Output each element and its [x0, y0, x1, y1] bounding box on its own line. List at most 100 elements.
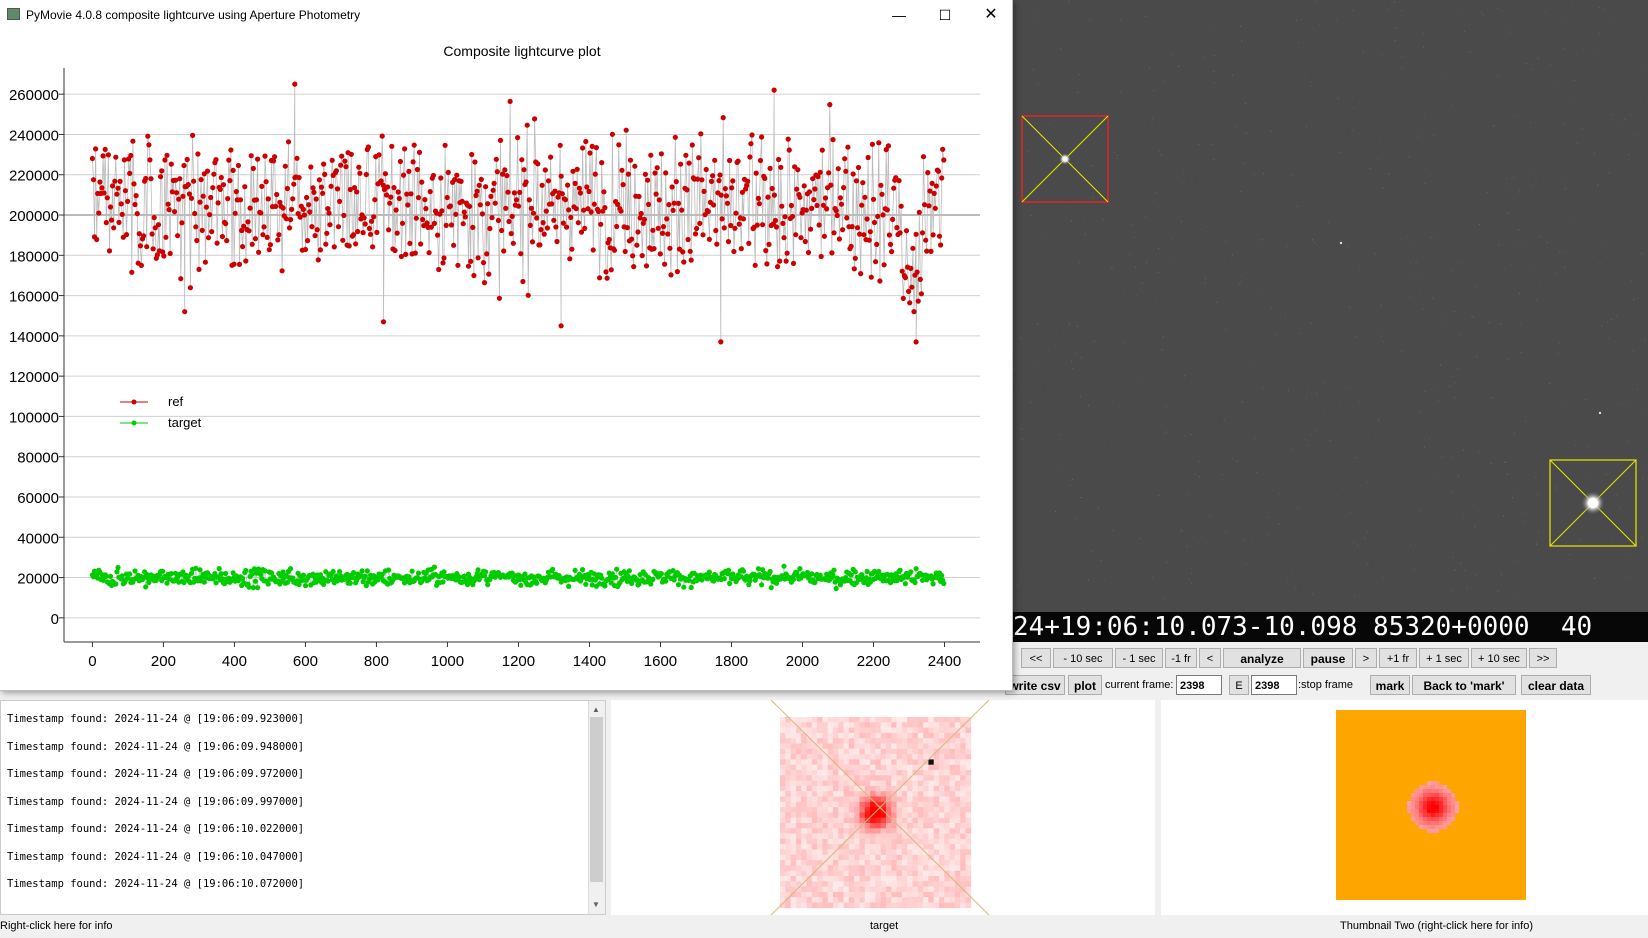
ref-point — [416, 149, 423, 155]
ref-point — [780, 220, 786, 226]
scroll-thumb[interactable] — [590, 717, 603, 882]
ref-point — [314, 227, 320, 233]
ref-point — [674, 269, 681, 275]
ref-point — [806, 189, 813, 195]
ref-point — [711, 202, 717, 208]
target-aperture[interactable] — [1549, 459, 1637, 547]
back-to-mark-button[interactable]: Back to 'mark' — [1412, 675, 1516, 695]
ref-point — [930, 232, 936, 238]
ref-point — [720, 115, 726, 121]
scroll-down-icon[interactable]: ▼ — [592, 900, 600, 909]
status-right[interactable]: Thumbnail Two (right-click here for info… — [1340, 918, 1533, 934]
lightcurve-chart[interactable]: Composite lightcurve plot020000400006000… — [0, 30, 1012, 690]
current-frame-input[interactable]: 2398 — [1176, 675, 1222, 695]
ref-point — [885, 143, 892, 149]
target-point — [132, 568, 138, 574]
back-to-start-button[interactable]: << — [1021, 648, 1051, 668]
minus-1-frame-button[interactable]: -1 fr — [1165, 648, 1197, 668]
minimize-icon[interactable]: — — [876, 0, 922, 30]
x-tick-label: 2400 — [928, 653, 961, 670]
minus-10-sec-button[interactable]: - 10 sec — [1053, 648, 1113, 668]
target-point — [830, 572, 836, 578]
target-point — [143, 584, 149, 590]
ref-point — [896, 178, 902, 184]
ref-point — [119, 211, 125, 217]
target-point — [913, 566, 919, 572]
ref-point — [679, 207, 685, 213]
ref-point — [933, 183, 939, 189]
ref-aperture[interactable] — [1021, 115, 1109, 203]
write-csv-button[interactable]: write csv — [1005, 675, 1065, 695]
ref-point — [203, 204, 209, 210]
target-point — [626, 568, 633, 574]
clear-data-button[interactable]: clear data — [1521, 675, 1591, 695]
legend-label: ref — [168, 394, 184, 409]
plus-10-sec-button[interactable]: + 10 sec — [1471, 648, 1527, 668]
analyze-button[interactable]: analyze — [1223, 648, 1301, 668]
log-scrollbar[interactable]: ▲ ▼ — [588, 701, 605, 914]
target-thumbnail-panel[interactable] — [611, 699, 1155, 916]
ref-point — [518, 251, 524, 257]
ref-point — [313, 196, 319, 202]
next-frame-button[interactable]: > — [1355, 648, 1377, 668]
ref-point — [337, 198, 343, 204]
close-icon[interactable]: ✕ — [968, 0, 1014, 30]
ref-point — [327, 222, 333, 228]
plus-1-frame-button[interactable]: +1 fr — [1379, 648, 1417, 668]
ref-point — [246, 228, 252, 234]
status-left[interactable]: Right-click here for info — [0, 918, 113, 934]
target-point — [740, 568, 747, 574]
prev-frame-button[interactable]: < — [1199, 648, 1221, 668]
window-titlebar[interactable]: PyMovie 4.0.8 composite lightcurve using… — [0, 0, 1012, 30]
ref-point — [202, 259, 208, 265]
ref-point — [569, 246, 575, 252]
ref-point — [907, 300, 913, 306]
ref-point — [830, 137, 836, 143]
ref-point — [776, 156, 782, 163]
ref-point — [808, 226, 814, 232]
plus-1-sec-button[interactable]: + 1 sec — [1419, 648, 1469, 668]
ref-point — [684, 187, 690, 193]
go-to-end-button[interactable]: >> — [1529, 648, 1557, 668]
ref-point — [542, 167, 548, 173]
ref-point — [487, 225, 493, 232]
ref-point — [777, 258, 783, 264]
y-tick-label: 20000 — [17, 571, 59, 588]
ref-point — [256, 249, 262, 255]
target-point — [912, 579, 918, 586]
minus-1-sec-button[interactable]: - 1 sec — [1115, 648, 1163, 668]
ref-point — [597, 275, 603, 281]
lightcurve-plot-window[interactable]: PyMovie 4.0.8 composite lightcurve using… — [0, 0, 1013, 691]
e-button[interactable]: E — [1229, 675, 1249, 695]
thumbnail-two-panel[interactable] — [1161, 700, 1648, 915]
plot-area[interactable]: Composite lightcurve plot 0 20000 40000 6000… — [0, 30, 1012, 690]
ref-point — [706, 236, 713, 242]
maximize-icon[interactable]: ☐ — [922, 0, 968, 30]
y-tick-label: 80000 — [17, 450, 59, 467]
ref-point — [568, 214, 574, 220]
ref-point — [513, 197, 520, 203]
ref-point — [123, 232, 130, 238]
scroll-up-icon[interactable]: ▲ — [592, 705, 600, 714]
target-point — [583, 581, 589, 587]
stop-frame-input[interactable]: 2398 — [1251, 675, 1297, 695]
ref-point — [678, 161, 684, 167]
ref-point — [608, 267, 614, 273]
ref-point — [225, 196, 231, 202]
ref-point — [757, 157, 764, 164]
ref-point — [840, 227, 846, 233]
ref-point — [237, 197, 244, 203]
ref-point — [131, 181, 137, 187]
ref-point — [842, 156, 848, 162]
legend-marker — [131, 399, 137, 405]
y-tick-label: 160000 — [9, 289, 59, 306]
ref-point — [859, 202, 865, 208]
ref-point — [274, 191, 280, 198]
ref-point — [697, 220, 703, 226]
pause-button[interactable]: pause — [1303, 648, 1353, 668]
log-text-panel[interactable]: Timestamp found: 2024-11-24 @ [19:06:09.… — [0, 700, 606, 915]
mark-button[interactable]: mark — [1370, 675, 1410, 695]
ref-point — [641, 216, 648, 223]
ref-point — [93, 146, 99, 152]
plot-button[interactable]: plot — [1068, 675, 1102, 695]
